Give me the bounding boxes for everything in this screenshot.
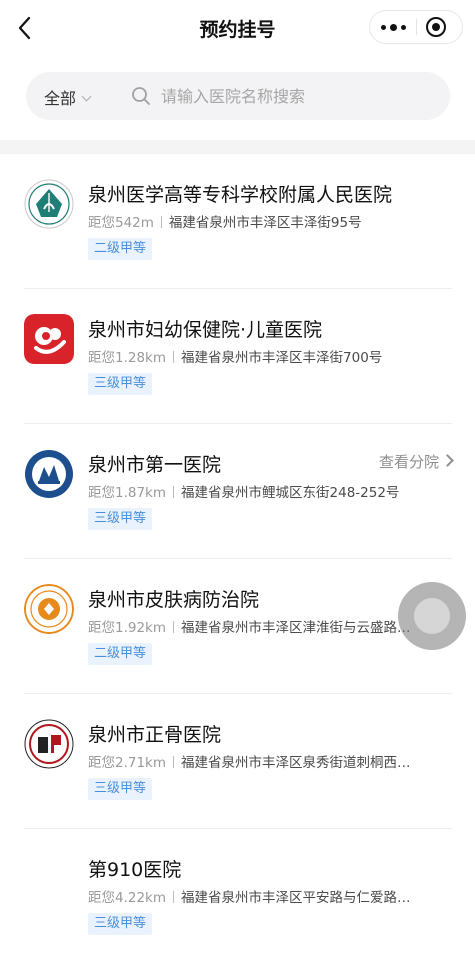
hospital-address: 福建省泉州市丰泽区丰泽街700号 [181, 350, 383, 366]
hospital-level-badge: 三级甲等 [88, 913, 153, 935]
search-icon [132, 87, 150, 105]
meta-divider [160, 216, 162, 228]
hospital-distance: 距您1.28km [88, 350, 167, 366]
teal-sail-emblem-icon [24, 179, 74, 229]
hospital-address: 福建省泉州市丰泽区泉秀街道刺桐西… [181, 755, 411, 771]
hospital-level-badge: 二级甲等 [88, 643, 153, 665]
hospital-meta: 距您1.28km 福建省泉州市丰泽区丰泽街700号 [88, 346, 452, 366]
hospital-name: 泉州市正骨医院 [88, 724, 222, 746]
hospital-distance: 距您4.22km [88, 890, 167, 906]
blue-round-emblem-icon [24, 449, 74, 499]
meta-divider [173, 891, 175, 903]
hospital-list-item[interactable]: 泉州市妇幼保健院·儿童医院 距您1.28km 福建省泉州市丰泽区丰泽街700号 三… [24, 289, 452, 424]
meta-divider [173, 756, 175, 768]
view-branches-link[interactable]: 查看分院 [378, 451, 454, 472]
hospital-name: 泉州市妇幼保健院·儿童医院 [88, 319, 323, 341]
hospital-name: 第910医院 [88, 859, 182, 881]
hospital-name: 泉州医学高等专科学校附属人民医院 [88, 184, 393, 206]
hospital-list-item[interactable]: 第910医院 距您4.22km 福建省泉州市丰泽区平安路与仁爱路… 三级甲等 [24, 829, 452, 963]
hospital-level-badge: 三级甲等 [88, 373, 153, 395]
filter-label: 全部 [44, 89, 77, 108]
view-branches-label: 查看分院 [378, 453, 439, 471]
hospital-list-item[interactable]: 泉州市皮肤病防治院 距您1.92km 福建省泉州市丰泽区津淮街与云盛路… 二级甲等 [24, 559, 452, 694]
hospital-name: 泉州市第一医院 [88, 454, 222, 476]
floating-assistive-button[interactable] [398, 582, 466, 650]
search-input[interactable] [161, 83, 431, 109]
nav-bar: 预约挂号 [0, 0, 475, 56]
dot-icon [380, 24, 386, 30]
hospital-distance: 距您1.87km [88, 485, 167, 501]
section-divider [0, 140, 475, 154]
hospital-level-badge: 三级甲等 [88, 778, 153, 800]
red-mother-child-icon [24, 314, 74, 364]
hospital-address: 福建省泉州市鲤城区东街248-252号 [181, 485, 400, 501]
orange-round-emblem-icon [24, 584, 74, 634]
close-miniapp-button[interactable] [426, 17, 446, 37]
dot-icon [389, 23, 397, 31]
hospital-meta: 距您2.71km 福建省泉州市丰泽区泉秀街道刺桐西… [88, 751, 452, 771]
meta-divider [173, 351, 175, 363]
meta-divider [173, 486, 175, 498]
hospital-list-item[interactable]: 泉州市正骨医院 距您2.71km 福建省泉州市丰泽区泉秀街道刺桐西… 三级甲等 [24, 694, 452, 829]
hospital-list: 泉州医学高等专科学校附属人民医院 距您542m 福建省泉州市丰泽区丰泽街95号 二… [0, 154, 475, 963]
hospital-list-item[interactable]: 泉州市第一医院 查看分院 距您1.87km 福建省泉州市鲤城区东街248-252号… [24, 424, 454, 559]
chevron-right-icon [441, 454, 454, 467]
hospital-meta: 距您1.87km 福建省泉州市鲤城区东街248-252号 [88, 481, 452, 501]
hospital-meta: 距您542m 福建省泉州市丰泽区丰泽街95号 [88, 211, 452, 231]
hospital-distance: 距您1.92km [88, 620, 167, 636]
hospital-address: 福建省泉州市丰泽区津淮街与云盛路… [181, 620, 411, 636]
dot-icon [400, 24, 406, 30]
red-black-seal-icon [24, 719, 74, 769]
more-button[interactable] [370, 11, 416, 43]
chevron-down-icon [81, 91, 92, 102]
hospital-list-item[interactable]: 泉州医学高等专科学校附属人民医院 距您542m 福建省泉州市丰泽区丰泽街95号 二… [24, 154, 452, 289]
hospital-name: 泉州市皮肤病防治院 [88, 589, 260, 611]
hospital-address: 福建省泉州市丰泽区丰泽街95号 [168, 215, 362, 231]
search-bar: 全部 [26, 72, 450, 120]
miniapp-capsule [369, 10, 463, 44]
hospital-distance: 距您2.71km [88, 755, 167, 771]
capsule-divider [416, 19, 417, 35]
hospital-meta: 距您4.22km 福建省泉州市丰泽区平安路与仁爱路… [88, 886, 452, 906]
region-filter-dropdown[interactable]: 全部 [44, 85, 92, 109]
meta-divider [173, 621, 175, 633]
hospital-level-badge: 二级甲等 [88, 238, 153, 260]
hospital-address: 福建省泉州市丰泽区平安路与仁爱路… [181, 890, 411, 906]
hospital-level-badge: 三级甲等 [88, 508, 153, 530]
hospital-distance: 距您542m [88, 215, 154, 231]
